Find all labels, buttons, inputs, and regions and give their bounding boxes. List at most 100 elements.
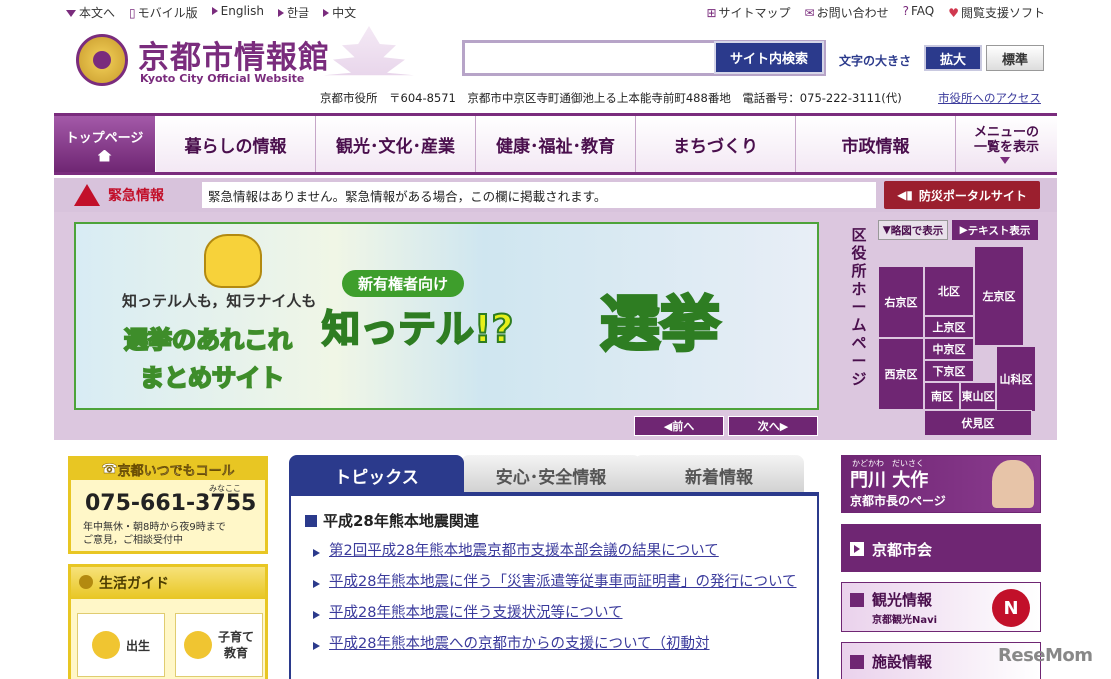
- feature-area: 知っテル人も，知ラナイ人も 選挙のあれこれ まとめサイト 新有権者向け 知っテル…: [54, 212, 1057, 440]
- arrow-right-icon: [850, 542, 864, 556]
- ward-office-panel: 区役所ホームページ ▼ 略図で表示 ▶ テキスト表示 右京区 北区 左京区 上京区…: [844, 220, 1050, 436]
- call-number: 075-661-3755: [85, 491, 257, 516]
- family-icon: [183, 631, 212, 659]
- font-enlarge-button[interactable]: 拡大: [924, 45, 982, 71]
- nav-urban-development[interactable]: まちづくり: [636, 116, 796, 172]
- page: 本文へ ▯ モバイル版 English 한글 中文 ⊞ サイトマップ ✉ お問い合わせ…: [54, 0, 1057, 679]
- topics-heading: 平成28年熊本地震関連: [305, 510, 479, 531]
- banner-prev-button[interactable]: ◀ 前へ: [634, 416, 724, 436]
- ward-higashiyama[interactable]: 東山区: [960, 382, 996, 410]
- topics-panel: 平成28年熊本地震関連 第2回平成28年熊本地震京都市支援本部会議の結果について…: [289, 492, 819, 679]
- city-emblem-icon: [76, 34, 128, 86]
- site-subtitle: Kyoto City Official Website: [140, 72, 305, 85]
- ward-map: 右京区 北区 左京区 上京区 中京区 下京区 山科区 西京区 南区 東山区 伏見…: [878, 246, 1038, 436]
- emergency-message: 緊急情報はありません。緊急情報がある場合，この欄に掲載されます。: [202, 182, 876, 208]
- font-standard-button[interactable]: 標準: [986, 45, 1044, 71]
- banner-next-button[interactable]: 次へ ▶: [728, 416, 818, 436]
- home-icon: [97, 149, 112, 162]
- mascot-image: [204, 234, 262, 288]
- sitemap-icon: ⊞: [706, 5, 717, 20]
- tab-safety-info[interactable]: 安心･安全情報: [461, 455, 641, 495]
- tab-topics[interactable]: トピックス: [289, 455, 464, 495]
- korean-link[interactable]: 한글: [277, 4, 309, 21]
- faq-link[interactable]: ? FAQ: [903, 4, 935, 21]
- nav-living[interactable]: 暮らしの情報: [156, 116, 316, 172]
- emergency-label: 緊急情報: [54, 184, 202, 206]
- election-banner[interactable]: 知っテル人も，知ラナイ人も 選挙のあれこれ まとめサイト 新有権者向け 知っテル…: [74, 222, 819, 410]
- ward-yamashina[interactable]: 山科区: [996, 346, 1036, 412]
- city-council-banner[interactable]: 京都市会: [841, 524, 1041, 572]
- life-guide-box: 生活ガイド 出生 子育て 教育: [68, 564, 268, 679]
- kyoto-navi-logo-icon: N: [992, 589, 1030, 627]
- tab-new-info[interactable]: 新着情報: [634, 455, 804, 495]
- tourism-info-banner[interactable]: 観光情報 京都観光Navi N: [841, 582, 1041, 632]
- ward-shimogyo[interactable]: 下京区: [924, 360, 974, 382]
- square-bullet-icon: [305, 514, 317, 527]
- guide-birth[interactable]: 出生: [77, 613, 165, 677]
- phone-icon: ☎: [101, 461, 118, 477]
- skip-to-content-link[interactable]: 本文へ: [66, 4, 115, 21]
- ward-kamigyo[interactable]: 上京区: [924, 316, 974, 338]
- ward-minami[interactable]: 南区: [924, 382, 960, 410]
- list-item: 第2回平成28年熊本地震京都市支援本部会議の結果について: [313, 540, 813, 563]
- ward-office-heading: 区役所ホームページ: [851, 226, 867, 388]
- guide-childcare-education[interactable]: 子育て 教育: [175, 613, 263, 677]
- ward-nakagyo[interactable]: 中京区: [924, 338, 974, 360]
- heart-icon: ♥: [948, 5, 959, 20]
- life-guide-title: 生活ガイド: [71, 567, 265, 599]
- mail-icon: ✉: [804, 5, 815, 20]
- site-logo[interactable]: 京都市情報館 Kyoto City Official Website: [76, 30, 416, 92]
- arrow-right-icon: [850, 593, 864, 607]
- watermark: ReseMom: [998, 645, 1093, 666]
- disaster-portal-button[interactable]: ◀▮ 防災ポータルサイト: [884, 181, 1040, 209]
- news-tabs: 新着情報 安心･安全情報 トピックス: [289, 455, 819, 495]
- ward-fushimi[interactable]: 伏見区: [924, 410, 1032, 436]
- nav-tourism-culture[interactable]: 観光･文化･産業: [316, 116, 476, 172]
- access-link[interactable]: 市役所へのアクセス: [938, 90, 1041, 106]
- ward-text-view-button[interactable]: ▶ テキスト表示: [952, 220, 1038, 240]
- list-item: 平成28年熊本地震への京都市からの支援について（初動対: [313, 633, 813, 656]
- arrow-down-icon: [66, 9, 76, 17]
- kyoto-call-box[interactable]: ☎ 京都いつでもコール みなここ 075-661-3755 年中無休・朝8時から…: [68, 456, 268, 554]
- chinese-link[interactable]: 中文: [323, 4, 356, 21]
- question-icon: ?: [902, 3, 909, 18]
- english-link[interactable]: English: [211, 4, 264, 21]
- arrow-right-icon: [277, 9, 284, 17]
- call-title: ☎ 京都いつでもコール: [70, 458, 266, 480]
- nav-health-welfare[interactable]: 健康･福祉･教育: [476, 116, 636, 172]
- contact-link[interactable]: ✉ お問い合わせ: [805, 4, 889, 21]
- ward-map-view-button[interactable]: ▼ 略図で表示: [878, 220, 948, 240]
- city-hall-address: 京都市役所 〒604-8571 京都市中京区寺町通御池上る上本能寺前町488番地…: [320, 91, 902, 105]
- ward-sakyo[interactable]: 左京区: [974, 246, 1024, 346]
- call-note: 年中無休・朝8時から夜9時まで ご意見，ご相談受付中: [83, 522, 226, 546]
- baby-icon: [91, 631, 120, 659]
- global-nav: トップページ 暮らしの情報 観光･文化･産業 健康･福祉･教育 まちづくり 市政…: [54, 113, 1057, 175]
- megaphone-icon: ◀▮: [897, 188, 913, 202]
- list-item: 平成28年熊本地震に伴う支援状況等について: [313, 602, 813, 625]
- arrow-right-icon: [211, 7, 218, 15]
- arrow-right-icon: [323, 9, 330, 17]
- nav-home[interactable]: トップページ: [54, 116, 156, 172]
- ward-nishikyo[interactable]: 西京区: [878, 338, 924, 410]
- arrow-down-icon: [1000, 156, 1010, 164]
- accessibility-software-link[interactable]: ♥ 閲覧支援ソフト: [948, 4, 1045, 21]
- banner-badge: 新有権者向け: [342, 270, 465, 297]
- sitemap-link[interactable]: ⊞ サイトマップ: [706, 4, 790, 21]
- top-utility-bar: 本文へ ▯ モバイル版 English 한글 中文 ⊞ サイトマップ ✉ お問い合わせ…: [54, 0, 1057, 24]
- ward-ukyo[interactable]: 右京区: [878, 266, 924, 338]
- site-search-button[interactable]: サイト内検索: [714, 41, 824, 74]
- mayor-name: 門川 大作: [850, 470, 929, 491]
- mayor-page-banner[interactable]: かどかわ だいさく 門川 大作 京都市長のページ: [841, 455, 1041, 513]
- nav-menu-list[interactable]: メニューの 一覧を表示: [956, 116, 1057, 172]
- emergency-bar: 緊急情報 緊急情報はありません。緊急情報がある場合，この欄に掲載されます。 ◀▮…: [54, 178, 1057, 212]
- mobile-link[interactable]: ▯ モバイル版: [129, 4, 198, 21]
- ward-kita[interactable]: 北区: [924, 266, 974, 316]
- list-item: 平成28年熊本地震に伴う「災害派遣等従事車両証明書」の発行について: [313, 571, 813, 594]
- mayor-photo: [992, 460, 1034, 508]
- mobile-icon: ▯: [129, 5, 136, 20]
- warning-icon: [74, 184, 100, 206]
- font-size-label: 文字の大きさ: [839, 54, 912, 68]
- topics-list: 第2回平成28年熊本地震京都市支援本部会議の結果について 平成28年熊本地震に伴…: [313, 540, 813, 664]
- nav-city-administration[interactable]: 市政情報: [796, 116, 956, 172]
- arrow-right-icon: [850, 655, 864, 669]
